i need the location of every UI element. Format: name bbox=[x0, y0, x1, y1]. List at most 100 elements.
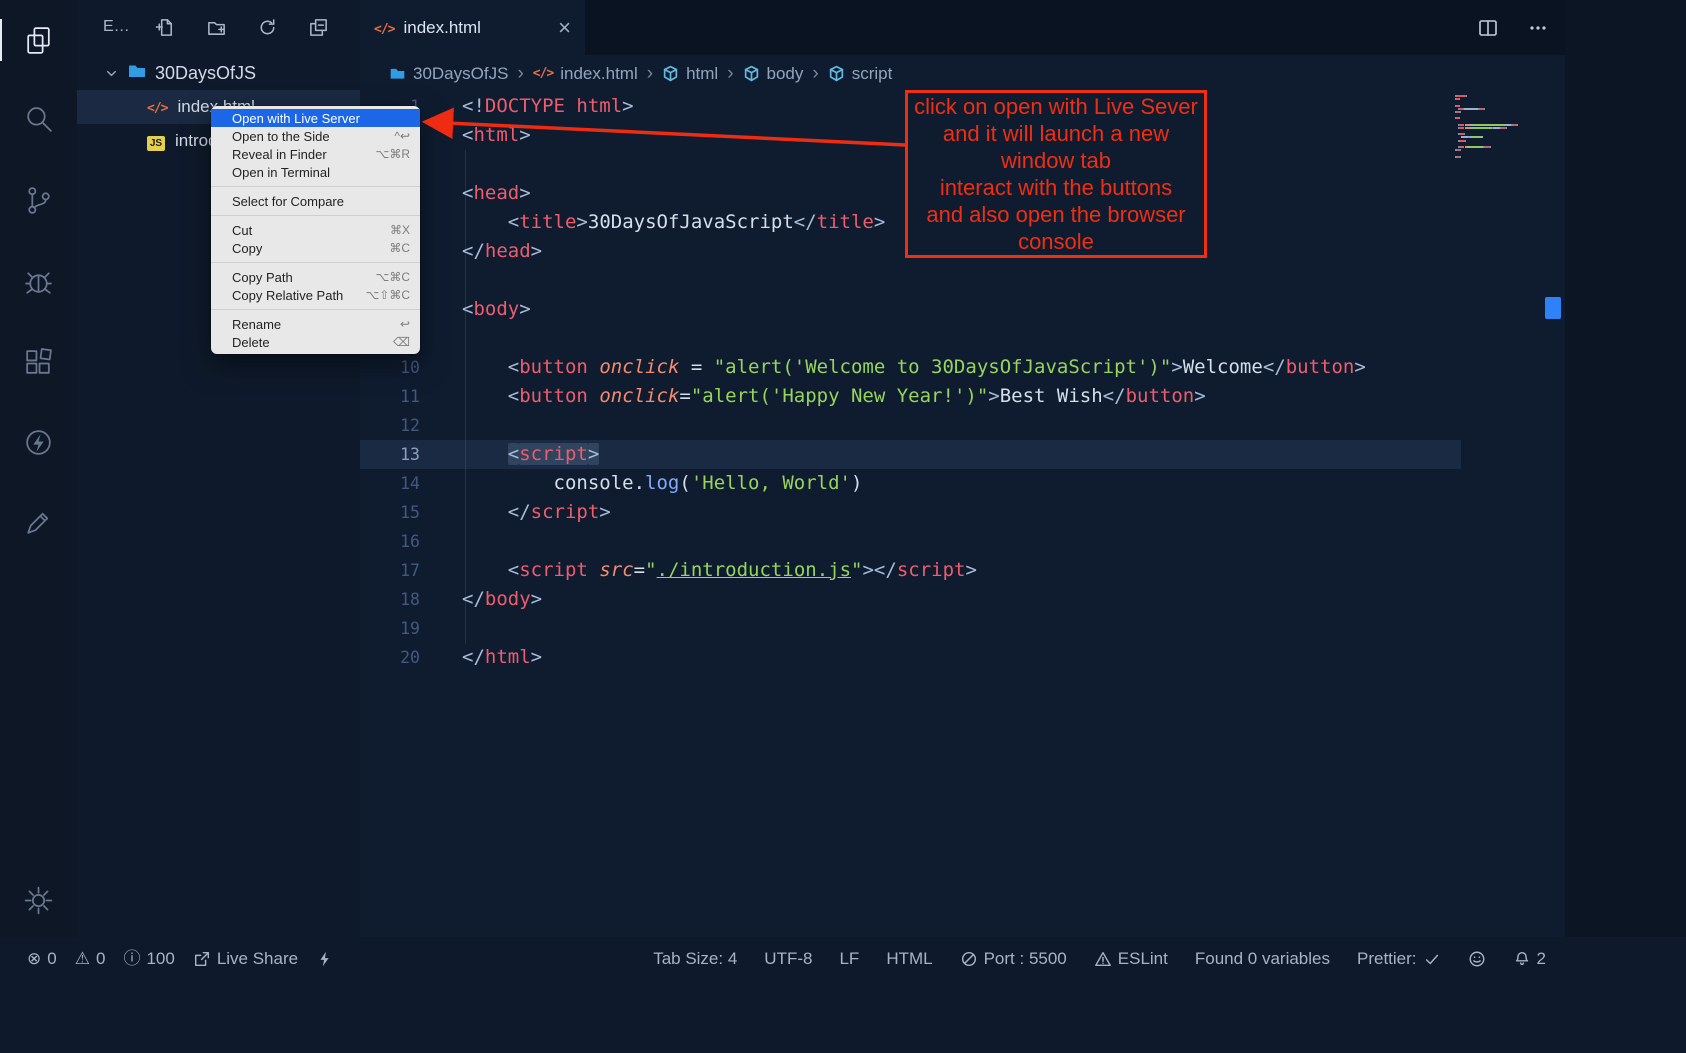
more-actions-icon[interactable] bbox=[1527, 17, 1549, 39]
eol-status[interactable]: LF bbox=[839, 949, 859, 969]
tab-size-status[interactable]: Tab Size: 4 bbox=[653, 949, 737, 969]
root-folder-label: 30DaysOfJS bbox=[155, 63, 256, 84]
code-line-17[interactable]: 17 <script src="./introduction.js"></scr… bbox=[360, 556, 1461, 585]
port-status-label: Port : 5500 bbox=[984, 949, 1067, 969]
menu-item-open-in-terminal[interactable]: Open in Terminal bbox=[211, 163, 420, 181]
language-status[interactable]: HTML bbox=[886, 949, 932, 969]
breadcrumb-separator: › bbox=[647, 63, 653, 85]
feedback-status[interactable] bbox=[1468, 950, 1486, 968]
port-status[interactable]: Port : 5500 bbox=[960, 949, 1067, 969]
breadcrumb-label: 30DaysOfJS bbox=[413, 64, 508, 84]
line-content: console.log('Hello, World') bbox=[420, 469, 862, 498]
code-line-10[interactable]: 10 <button onclick = "alert('Welcome to … bbox=[360, 353, 1461, 382]
minimap-line bbox=[1455, 95, 1545, 97]
breadcrumb-item-30DaysOfJS[interactable]: 30DaysOfJS bbox=[389, 64, 508, 84]
vscode-window: E… 30DaysOfJS </>index.htmlJSintroductio… bbox=[0, 0, 1686, 1053]
line-number: 18 bbox=[360, 585, 420, 614]
feedback-pen-icon[interactable] bbox=[0, 490, 77, 554]
menu-item-shortcut: ⌘C bbox=[389, 241, 410, 255]
menu-item-delete[interactable]: Delete⌫ bbox=[211, 333, 420, 351]
minimap-line bbox=[1455, 149, 1545, 151]
menu-item-rename[interactable]: Rename↩ bbox=[211, 315, 420, 333]
source-control-icon[interactable] bbox=[0, 168, 77, 232]
notifications-status-label: 2 bbox=[1537, 949, 1546, 969]
menu-item-shortcut: ^↩ bbox=[394, 129, 410, 143]
tab-size-status-label: Tab Size: 4 bbox=[653, 949, 737, 969]
menu-item-copy-relative-path[interactable]: Copy Relative Path⌥⇧⌘C bbox=[211, 286, 420, 304]
live-share-status[interactable]: Live Share bbox=[193, 949, 298, 969]
minimap-line bbox=[1455, 124, 1545, 126]
folder-root-30daysofjs[interactable]: 30DaysOfJS bbox=[77, 56, 360, 90]
menu-item-label: Copy Path bbox=[232, 270, 376, 285]
minimap-line bbox=[1455, 117, 1545, 119]
prettier-status[interactable]: Prettier: bbox=[1357, 949, 1441, 969]
line-content: <button onclick="alert('Happy New Year!'… bbox=[420, 382, 1206, 411]
code-line-13[interactable]: 13 <script> bbox=[360, 440, 1461, 469]
collapse-all-icon[interactable] bbox=[308, 17, 329, 38]
search-icon[interactable] bbox=[0, 87, 77, 151]
code-line-15[interactable]: 15 </script> bbox=[360, 498, 1461, 527]
warnings-status[interactable]: ⚠0 bbox=[75, 949, 106, 969]
minimap-line bbox=[1455, 121, 1545, 123]
breadcrumb-label: body bbox=[767, 64, 804, 84]
menu-item-open-to-the-side[interactable]: Open to the Side^↩ bbox=[211, 127, 420, 145]
menu-item-label: Open to the Side bbox=[232, 129, 394, 144]
encoding-status[interactable]: UTF-8 bbox=[764, 949, 812, 969]
code-line-9[interactable]: 9 bbox=[360, 324, 1461, 353]
line-number: 12 bbox=[360, 411, 420, 440]
code-line-18[interactable]: 18</body> bbox=[360, 585, 1461, 614]
debug-icon[interactable] bbox=[0, 249, 77, 313]
new-file-icon[interactable] bbox=[155, 17, 176, 38]
code-line-20[interactable]: 20</html> bbox=[360, 643, 1461, 672]
menu-separator bbox=[211, 215, 420, 216]
menu-item-copy[interactable]: Copy⌘C bbox=[211, 239, 420, 257]
split-editor-icon[interactable] bbox=[1477, 17, 1499, 39]
activity-bar bbox=[0, 0, 77, 937]
menu-item-label: Open in Terminal bbox=[232, 165, 410, 180]
refresh-icon[interactable] bbox=[257, 17, 278, 38]
variables-status[interactable]: Found 0 variables bbox=[1195, 949, 1330, 969]
info-status[interactable]: ⓘ100 bbox=[123, 949, 174, 969]
lightning-status[interactable] bbox=[316, 950, 334, 968]
breadcrumb-item-script[interactable]: script bbox=[828, 64, 893, 84]
menu-item-select-for-compare[interactable]: Select for Compare bbox=[211, 192, 420, 210]
menu-item-open-with-live-server[interactable]: Open with Live Server bbox=[211, 109, 420, 127]
eslint-status[interactable]: ESLint bbox=[1094, 949, 1168, 969]
code-line-7[interactable]: 7 bbox=[360, 266, 1461, 295]
code-line-16[interactable]: 16 bbox=[360, 527, 1461, 556]
code-line-12[interactable]: 12 bbox=[360, 411, 1461, 440]
menu-item-reveal-in-finder[interactable]: Reveal in Finder⌥⌘R bbox=[211, 145, 420, 163]
variables-status-label: Found 0 variables bbox=[1195, 949, 1330, 969]
line-content bbox=[420, 150, 462, 179]
line-number: 10 bbox=[360, 353, 420, 382]
tab-index-html[interactable]: </> index.html × bbox=[360, 0, 585, 55]
minimap-line bbox=[1455, 127, 1545, 129]
code-line-14[interactable]: 14 console.log('Hello, World') bbox=[360, 469, 1461, 498]
breadcrumb-item-index.html[interactable]: </>index.html bbox=[533, 64, 638, 84]
new-folder-icon[interactable] bbox=[206, 17, 227, 38]
explorer-icon[interactable] bbox=[0, 8, 77, 72]
close-icon[interactable]: × bbox=[558, 17, 571, 39]
annotation-text: click on open with Live Sever and it wil… bbox=[914, 93, 1198, 255]
thunder-client-icon[interactable] bbox=[0, 410, 77, 474]
menu-item-shortcut: ⌘X bbox=[390, 223, 410, 237]
settings-gear-icon[interactable] bbox=[0, 868, 77, 932]
menu-item-shortcut: ⌥⇧⌘C bbox=[365, 288, 410, 302]
menu-item-cut[interactable]: Cut⌘X bbox=[211, 221, 420, 239]
menu-item-copy-path[interactable]: Copy Path⌥⌘C bbox=[211, 268, 420, 286]
scrollbar-marker[interactable] bbox=[1545, 297, 1561, 319]
notifications-status[interactable]: 2 bbox=[1513, 949, 1546, 969]
breadcrumb-item-html[interactable]: html bbox=[662, 64, 718, 84]
menu-separator bbox=[211, 186, 420, 187]
encoding-status-label: UTF-8 bbox=[764, 949, 812, 969]
minimap-line bbox=[1455, 156, 1545, 158]
errors-status[interactable]: ⊗0 bbox=[27, 949, 57, 969]
status-bar: ⊗0 ⚠0 ⓘ100 Live Share Tab Size: 4 UTF-8 LF HTM… bbox=[0, 937, 1686, 1053]
extensions-icon[interactable] bbox=[0, 330, 77, 394]
code-line-8[interactable]: 8<body> bbox=[360, 295, 1461, 324]
code-line-19[interactable]: 19 bbox=[360, 614, 1461, 643]
minimap[interactable] bbox=[1455, 95, 1545, 159]
breadcrumb: 30DaysOfJS›</>index.html›html›body›scrip… bbox=[360, 55, 1565, 92]
code-line-11[interactable]: 11 <button onclick="alert('Happy New Yea… bbox=[360, 382, 1461, 411]
breadcrumb-item-body[interactable]: body bbox=[743, 64, 804, 84]
